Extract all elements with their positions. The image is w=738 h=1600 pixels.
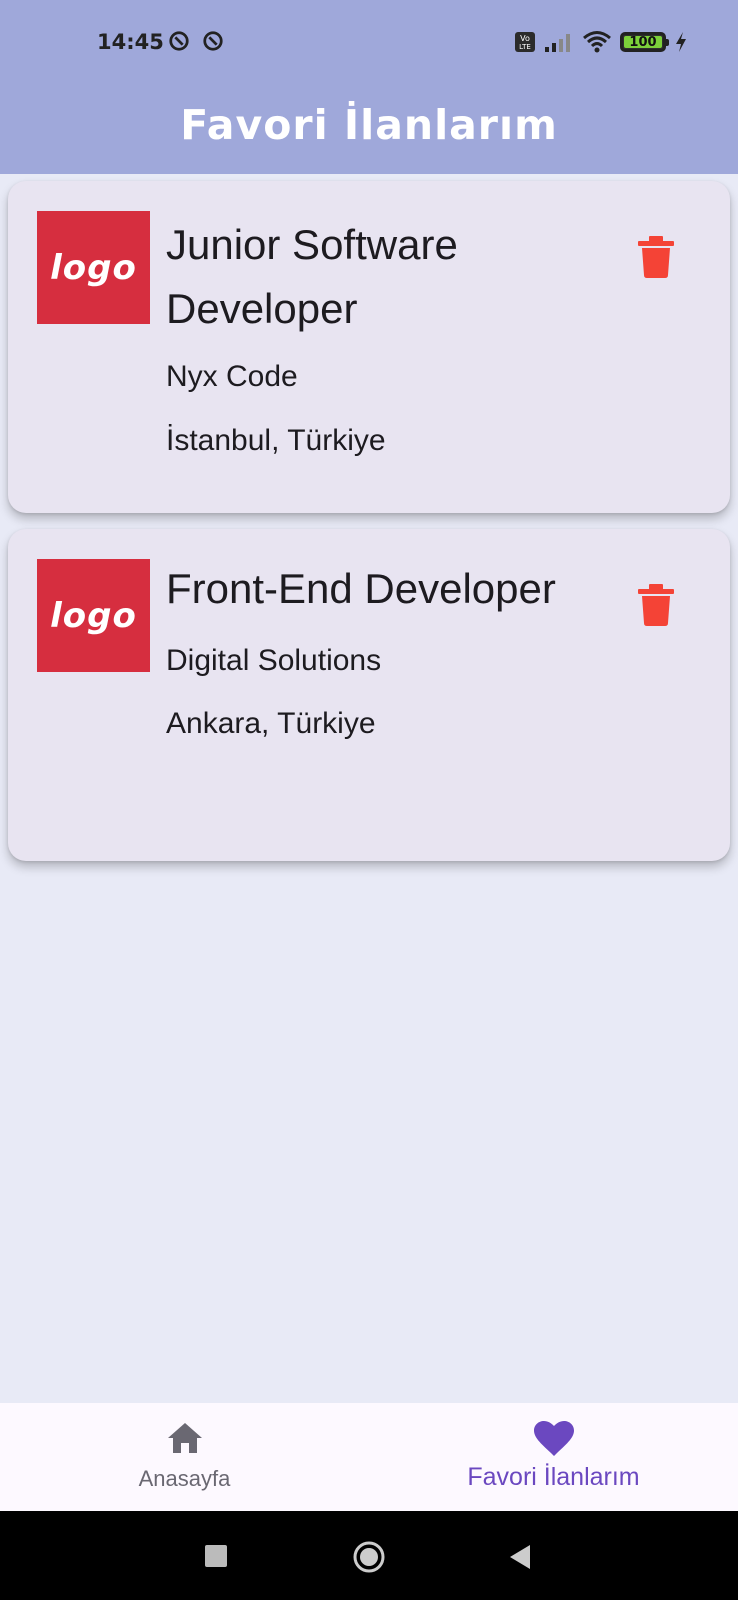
page-title: Favori İlanlarım — [180, 101, 558, 149]
home-icon — [167, 1423, 202, 1453]
company-logo: logo — [37, 559, 150, 672]
charging-icon — [676, 32, 686, 52]
battery-icon: 100 — [620, 32, 669, 52]
job-title: Front-End Developer — [166, 565, 556, 612]
job-location: Ankara, Türkiye — [166, 707, 376, 740]
logo-text: logo — [50, 247, 137, 288]
app-bar: 14:45 Vo LTE 100 Favori İlanlarım — [0, 0, 738, 174]
company-name: Nyx Code — [166, 360, 298, 393]
svg-text:Vo: Vo — [520, 34, 530, 43]
notification-icon — [169, 31, 189, 51]
heart-icon — [533, 1421, 574, 1456]
company-logo: logo — [37, 211, 150, 324]
nav-item-home[interactable]: Anasayfa — [0, 1403, 369, 1511]
nav-label-favorites: Favori İlanlarım — [467, 1463, 640, 1491]
svg-text:LTE: LTE — [519, 43, 531, 51]
recents-button[interactable] — [205, 1545, 227, 1567]
job-location: İstanbul, Türkiye — [166, 424, 386, 457]
bottom-navigation: Anasayfa Favori İlanlarım — [0, 1403, 738, 1511]
job-title: Junior Software Developer — [166, 221, 458, 332]
favorite-job-card[interactable]: logo Front-End Developer Digital Solutio… — [8, 529, 730, 861]
back-button[interactable] — [508, 1544, 532, 1570]
trash-icon[interactable] — [638, 235, 674, 279]
status-icons: Vo LTE 100 — [514, 28, 688, 56]
favorite-job-card[interactable]: logo Junior Software Developer Nyx Code … — [8, 181, 730, 513]
signal-icon — [545, 34, 570, 52]
nav-label-home: Anasayfa — [138, 1466, 231, 1491]
wifi-icon — [583, 31, 611, 53]
logo-text: logo — [50, 595, 137, 636]
home-button[interactable] — [352, 1540, 386, 1574]
battery-nub — [666, 39, 669, 46]
status-time: 14:45 — [97, 30, 164, 54]
notification-icon — [203, 31, 223, 51]
company-name: Digital Solutions — [166, 644, 382, 677]
battery-level: 100 — [629, 34, 657, 50]
trash-icon[interactable] — [638, 583, 674, 627]
volte-icon: Vo LTE — [515, 32, 535, 52]
system-navigation-bar — [0, 1511, 738, 1600]
nav-item-favorites[interactable]: Favori İlanlarım — [369, 1403, 738, 1511]
